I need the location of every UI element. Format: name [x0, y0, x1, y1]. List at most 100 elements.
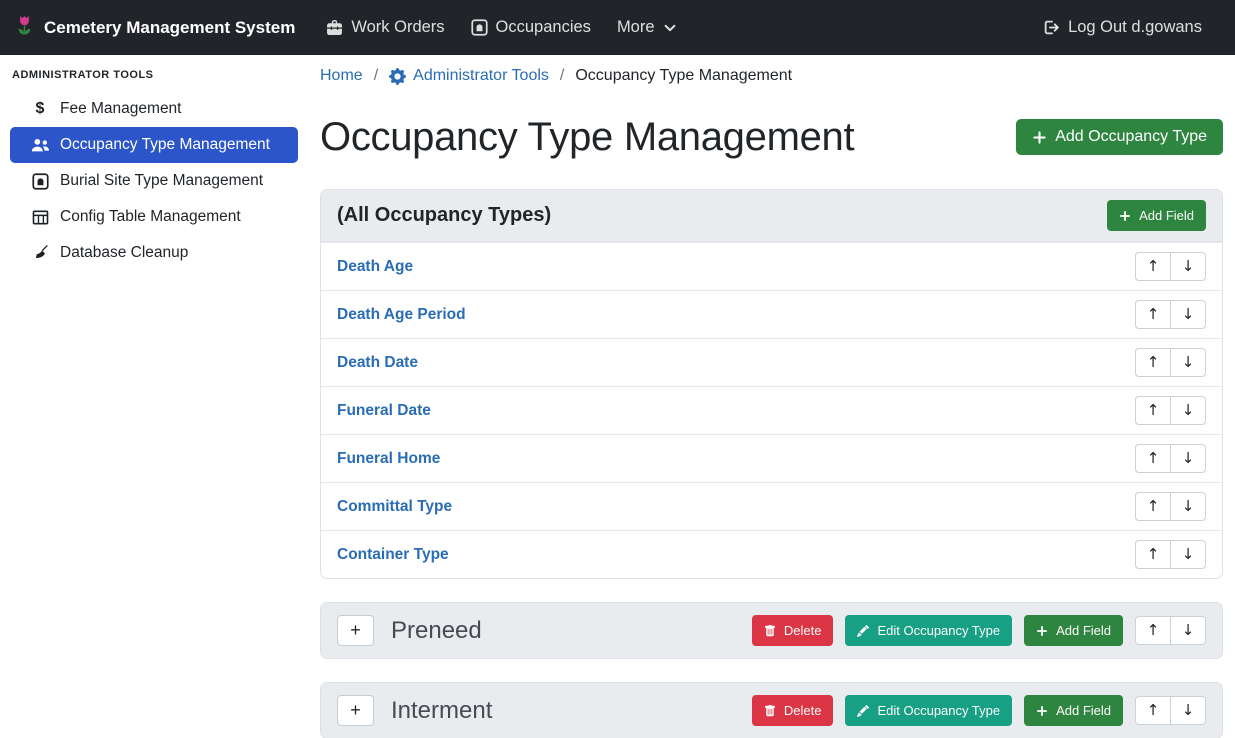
add-field-button[interactable]: Add Field: [1024, 695, 1123, 726]
move-down-button[interactable]: ↓: [1170, 492, 1206, 521]
nav-work-orders-label: Work Orders: [351, 18, 444, 37]
move-down-button[interactable]: ↓: [1170, 540, 1206, 569]
breadcrumb-administrator-tools[interactable]: Administrator Tools: [389, 67, 549, 85]
brand[interactable]: Cemetery Management System: [14, 14, 295, 41]
field-link[interactable]: Committal Type: [337, 498, 452, 516]
occupancy-type-section-interment: + Interment Delete Edit Occupancy Type: [320, 682, 1223, 738]
field-row: Committal Type ↑ ↓: [321, 482, 1222, 530]
sidebar-item-label: Burial Site Type Management: [60, 172, 263, 190]
field-row: Funeral Date ↑ ↓: [321, 386, 1222, 434]
reorder-controls: ↑ ↓: [1135, 348, 1206, 377]
plus-icon: [1036, 705, 1048, 717]
add-field-label: Add Field: [1056, 703, 1111, 718]
move-down-button[interactable]: ↓: [1170, 396, 1206, 425]
reorder-controls: ↑ ↓: [1135, 540, 1206, 569]
move-down-button[interactable]: ↓: [1170, 444, 1206, 473]
sidebar-item-occupancy-type-management[interactable]: Occupancy Type Management: [10, 127, 298, 163]
edit-occupancy-type-label: Edit Occupancy Type: [877, 623, 1000, 638]
nav-more-label: More: [617, 18, 655, 37]
nav-occupancies[interactable]: Occupancies: [458, 10, 604, 45]
delete-button[interactable]: Delete: [752, 615, 834, 646]
reorder-controls: ↑ ↓: [1135, 616, 1206, 645]
delete-button[interactable]: Delete: [752, 695, 834, 726]
reorder-controls: ↑ ↓: [1135, 300, 1206, 329]
move-down-button[interactable]: ↓: [1170, 696, 1206, 725]
occupancy-type-title: Preneed: [391, 617, 482, 645]
pencil-icon: [857, 625, 869, 637]
field-link[interactable]: Funeral Date: [337, 402, 431, 420]
move-up-button[interactable]: ↑: [1135, 492, 1171, 521]
page-title: Occupancy Type Management: [320, 113, 854, 161]
edit-occupancy-type-button[interactable]: Edit Occupancy Type: [845, 695, 1012, 726]
sidebar-item-config-table-management[interactable]: Config Table Management: [10, 199, 298, 235]
field-row: Death Age ↑ ↓: [321, 242, 1222, 290]
move-up-button[interactable]: ↑: [1135, 616, 1171, 645]
breadcrumb: Home / Administrator Tools / Occupancy T…: [320, 61, 1223, 85]
move-up-button[interactable]: ↑: [1135, 696, 1171, 725]
field-link[interactable]: Container Type: [337, 546, 449, 564]
gear-icon: [389, 68, 406, 85]
move-up-button[interactable]: ↑: [1135, 396, 1171, 425]
reorder-controls: ↑ ↓: [1135, 252, 1206, 281]
field-link[interactable]: Death Age Period: [337, 306, 466, 324]
field-link[interactable]: Death Date: [337, 354, 418, 372]
delete-label: Delete: [784, 703, 822, 718]
trash-icon: [764, 625, 776, 637]
breadcrumb-current: Occupancy Type Management: [575, 67, 792, 85]
field-link[interactable]: Death Age: [337, 258, 413, 276]
move-up-button[interactable]: ↑: [1135, 348, 1171, 377]
sidebar-item-label: Config Table Management: [60, 208, 241, 226]
field-row: Death Age Period ↑ ↓: [321, 290, 1222, 338]
top-navbar: Cemetery Management System Work Orders: [0, 0, 1235, 55]
users-icon: [29, 138, 51, 153]
logout-button[interactable]: Log Out d.gowans: [1030, 10, 1215, 45]
move-up-button[interactable]: ↑: [1135, 252, 1171, 281]
nav-more[interactable]: More: [604, 10, 690, 45]
field-link[interactable]: Funeral Home: [337, 450, 440, 468]
table-icon: [29, 209, 51, 226]
occupancy-type-section-preneed: + Preneed Delete Edit Occupancy Type: [320, 602, 1223, 659]
edit-occupancy-type-button[interactable]: Edit Occupancy Type: [845, 615, 1012, 646]
archway-icon: [471, 19, 488, 36]
add-field-label: Add Field: [1139, 208, 1194, 223]
breadcrumb-admin-tools-label: Administrator Tools: [413, 67, 549, 85]
add-field-label: Add Field: [1056, 623, 1111, 638]
tombstone-icon: [29, 173, 51, 190]
move-up-button[interactable]: ↑: [1135, 444, 1171, 473]
logout-label: Log Out d.gowans: [1068, 18, 1202, 37]
sidebar-item-database-cleanup[interactable]: Database Cleanup: [10, 235, 298, 271]
field-row: Container Type ↑ ↓: [321, 530, 1222, 578]
main-nav: Work Orders Occupancies More: [313, 10, 689, 45]
section-actions: Delete Edit Occupancy Type Add Field: [752, 695, 1206, 726]
tulip-logo-icon: [14, 14, 35, 41]
sidebar-item-burial-site-type-management[interactable]: Burial Site Type Management: [10, 163, 298, 199]
move-down-button[interactable]: ↓: [1170, 252, 1206, 281]
add-occupancy-type-button[interactable]: Add Occupancy Type: [1016, 119, 1223, 155]
expand-button[interactable]: +: [337, 695, 374, 726]
field-row: Funeral Home ↑ ↓: [321, 434, 1222, 482]
nav-occupancies-label: Occupancies: [496, 18, 591, 37]
all-occupancy-types-header: (All Occupancy Types) Add Field: [321, 190, 1222, 242]
broom-icon: [29, 245, 51, 262]
pencil-icon: [857, 705, 869, 717]
move-up-button[interactable]: ↑: [1135, 300, 1171, 329]
sidebar-item-fee-management[interactable]: $ Fee Management: [10, 91, 298, 127]
plus-icon: [1032, 130, 1047, 145]
logout-icon: [1043, 19, 1060, 36]
page-header: Occupancy Type Management Add Occupancy …: [320, 113, 1223, 161]
move-down-button[interactable]: ↓: [1170, 300, 1206, 329]
breadcrumb-separator: /: [374, 67, 378, 85]
app-root: Cemetery Management System Work Orders: [0, 0, 1235, 738]
breadcrumb-home[interactable]: Home: [320, 67, 363, 85]
move-down-button[interactable]: ↓: [1170, 348, 1206, 377]
nav-work-orders[interactable]: Work Orders: [313, 10, 457, 45]
move-down-button[interactable]: ↓: [1170, 616, 1206, 645]
main-content: Home / Administrator Tools / Occupancy T…: [308, 55, 1235, 738]
expand-button[interactable]: +: [337, 615, 374, 646]
add-field-button[interactable]: Add Field: [1024, 615, 1123, 646]
reorder-controls: ↑ ↓: [1135, 396, 1206, 425]
move-up-button[interactable]: ↑: [1135, 540, 1171, 569]
add-field-button[interactable]: Add Field: [1107, 200, 1206, 231]
toolbox-icon: [326, 19, 343, 36]
section-actions: Delete Edit Occupancy Type Add Field: [752, 615, 1206, 646]
